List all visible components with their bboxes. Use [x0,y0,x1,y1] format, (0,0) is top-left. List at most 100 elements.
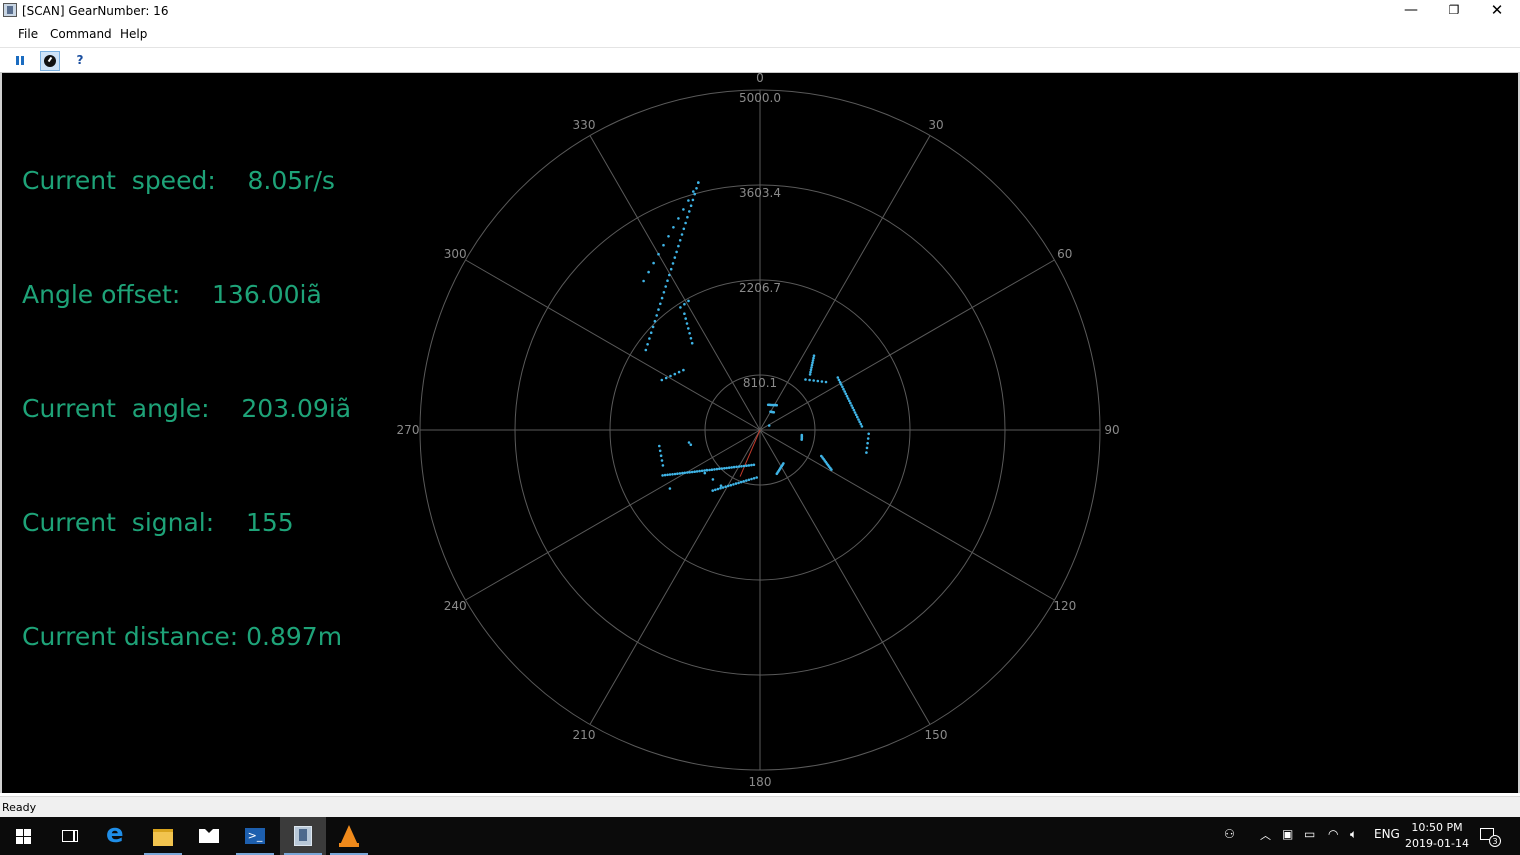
status-text: Ready [2,801,37,814]
scan-point [668,273,671,277]
scan-point [710,468,714,472]
signal-readout: Current signal: 155 [22,508,294,537]
pause-icon[interactable] [12,53,28,69]
scan-point [742,480,745,483]
angle-tick-label: 0 [756,73,764,85]
defender-icon[interactable]: ▣ [1282,827,1293,841]
scan-point [713,468,716,471]
scan-point [673,372,677,376]
angle-tick-label: 180 [749,775,772,789]
scan-point [695,470,699,473]
radar-icon[interactable] [40,51,60,71]
angle-tick-label: 90 [1104,423,1119,437]
task-view-icon[interactable] [46,817,92,855]
scan-point [695,187,698,190]
scan-point [675,250,678,254]
angle-tick-label: 60 [1057,247,1072,261]
menu-file[interactable]: File [18,27,38,41]
people-icon[interactable]: ⚇ [1224,827,1235,841]
scan-point [839,383,843,386]
scan-point [664,376,668,380]
scan-point [671,473,674,476]
scan-point [642,279,645,283]
angle-tick-label: 150 [925,728,948,742]
scan-point [719,484,723,488]
volume-icon[interactable]: 🔈︎ [1350,827,1357,842]
chevron-up-icon[interactable]: ︿ [1260,827,1271,843]
scan-point [820,380,824,383]
scan-point [693,192,696,196]
scan-point [745,479,748,482]
scan-point [655,314,658,317]
scan-point [836,376,840,379]
notifications-icon[interactable]: 3 [1478,826,1501,848]
scan-point [841,385,844,389]
scan-point [673,256,677,259]
vlc-icon[interactable] [326,817,372,855]
title-bar: [SCAN] GearNumber: 16 — ❐ ✕ [0,0,1520,22]
notification-count: 3 [1489,835,1501,847]
powershell-icon[interactable]: >_ [232,817,278,855]
scan-point [860,425,864,428]
angle-offset-readout: Angle offset: 136.00iã [22,280,322,309]
scan-point [659,454,663,458]
angle-tick-label: 210 [573,728,596,742]
radius-tick-label: 2206.7 [739,281,781,295]
scan-point [689,204,693,207]
scan-point [737,481,740,485]
scan-point [849,401,852,405]
scan-view: 0 30 60 90 120 150 180 210 240 270 300 330 5000.0 360… [0,73,1520,793]
scan-point [682,227,686,231]
scan-point [808,373,812,376]
scan-point [857,418,860,421]
scan-point [663,473,667,477]
scan-point [767,424,771,427]
scan-point [808,378,811,382]
minimize-button[interactable]: — [1388,0,1434,22]
scan-point [664,285,667,288]
mail-icon[interactable] [186,817,232,855]
scan-point [714,488,717,492]
scan-app-icon[interactable] [280,817,326,855]
clock[interactable]: 10:50 PM 2019-01-14 [1404,820,1470,852]
scan-point [735,465,738,469]
folder-icon[interactable] [140,817,186,855]
scan-point [658,449,662,453]
scan-point [729,483,733,487]
windows-icon[interactable] [0,817,46,855]
scan-point [669,374,672,378]
edge-icon[interactable]: e [94,817,140,855]
scan-point [690,470,694,474]
wifi-icon[interactable]: ◠ [1328,827,1338,841]
angle-readout: Current angle: 203.09iã [22,394,352,423]
scan-point [652,261,655,265]
scan-point [682,208,685,211]
scan-point [848,399,851,403]
scan-point [866,441,869,445]
scan-point [711,478,715,481]
scan-point [809,370,812,374]
scan-point [672,226,675,229]
angle-tick-label: 240 [444,599,467,613]
radius-tick-label: 810.1 [743,376,777,390]
scan-point [715,467,719,471]
scan-point [678,239,682,242]
close-button[interactable]: ✕ [1474,0,1520,22]
scan-point [850,404,853,407]
grid-spoke [759,429,1055,601]
scan-point [703,469,706,472]
scan-point [668,487,672,490]
restore-button[interactable]: ❐ [1431,0,1477,22]
language-indicator[interactable]: ENG [1374,827,1400,841]
scan-point [666,473,669,477]
menu-help[interactable]: Help [120,27,147,41]
info-panel: Current speed: 8.05r/s Angle offset: 136… [22,86,351,732]
help-icon[interactable]: ? [72,52,88,68]
battery-icon[interactable]: ▭ [1304,827,1315,841]
scan-point [680,233,684,236]
scan-point [698,469,701,473]
menu-command[interactable]: Command [50,27,112,41]
scan-point [809,368,813,372]
scan-point [648,337,651,340]
scan-point [716,487,720,491]
